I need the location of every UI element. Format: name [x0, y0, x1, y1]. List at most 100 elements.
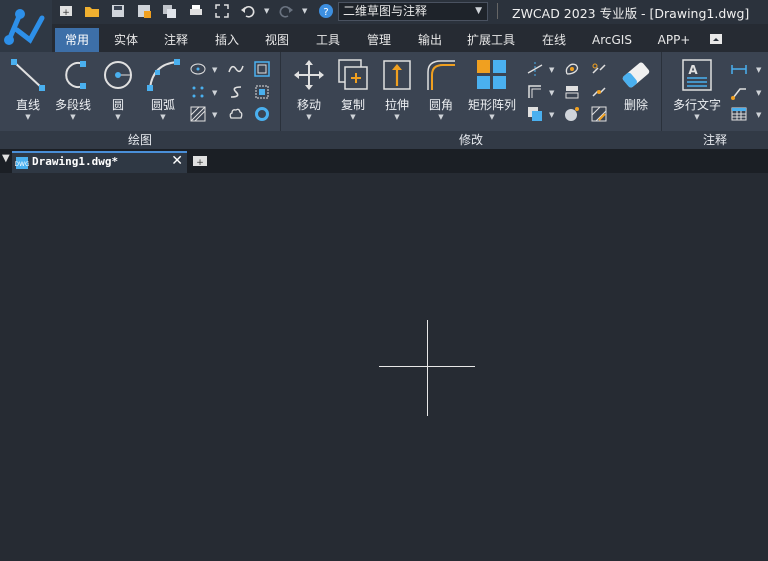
- fillet-tool-button[interactable]: 圆角 ▼: [422, 58, 460, 121]
- tab-insert[interactable]: 插入: [205, 28, 249, 52]
- join-icon[interactable]: [591, 84, 607, 100]
- chevron-down-icon[interactable]: ▼: [212, 89, 217, 97]
- tab-tools[interactable]: 工具: [306, 28, 350, 52]
- break-icon[interactable]: [591, 61, 607, 77]
- overkill-icon[interactable]: [564, 106, 580, 122]
- tab-solid[interactable]: 实体: [104, 28, 148, 52]
- chevron-down-icon: ▼: [160, 113, 166, 121]
- chevron-down-icon: ▼: [489, 113, 495, 121]
- svg-text:DWG: DWG: [15, 161, 29, 168]
- rectangular-array-label: 矩形阵列: [467, 98, 516, 112]
- chevron-down-icon[interactable]: ▼: [549, 111, 554, 119]
- move-tool-button[interactable]: 移动 ▼: [290, 58, 328, 121]
- redo-icon[interactable]: [278, 3, 294, 19]
- chevron-down-icon[interactable]: ▼: [756, 89, 761, 97]
- tab-view[interactable]: 视图: [255, 28, 299, 52]
- chevron-down-icon: ▼: [475, 6, 482, 16]
- donut-icon[interactable]: [254, 106, 270, 122]
- arc-icon: [147, 59, 180, 91]
- chevron-down-icon: ▼: [25, 113, 31, 121]
- leader-icon[interactable]: [731, 84, 747, 100]
- workspace-label: 二维草图与注释: [343, 4, 428, 18]
- align-icon[interactable]: [564, 84, 580, 100]
- chevron-down-icon[interactable]: ▼: [756, 66, 761, 74]
- tab-home[interactable]: 常用: [55, 28, 99, 52]
- ribbon-minimize-icon[interactable]: [707, 28, 725, 52]
- tab-online[interactable]: 在线: [532, 28, 576, 52]
- offset-icon[interactable]: [527, 84, 543, 100]
- chevron-down-icon: ▼: [350, 113, 356, 121]
- tab-app-plus[interactable]: APP+: [652, 28, 696, 52]
- point-icon[interactable]: [190, 84, 206, 100]
- line-icon: [11, 59, 45, 91]
- table-icon[interactable]: [731, 106, 747, 122]
- trim-icon[interactable]: [527, 61, 543, 77]
- document-tab[interactable]: DWG Drawing1.dwg* ✕: [12, 151, 187, 173]
- line-tool-button[interactable]: 直线 ▼: [8, 58, 48, 121]
- ellipse-icon[interactable]: [190, 61, 206, 77]
- svg-text:+: +: [196, 158, 204, 168]
- help-icon[interactable]: ?: [318, 3, 334, 19]
- undo-dropdown-icon[interactable]: ▼: [264, 7, 269, 15]
- close-icon[interactable]: ✕: [171, 153, 183, 169]
- spline-icon[interactable]: [228, 61, 244, 77]
- boundary-icon[interactable]: [228, 84, 244, 100]
- undo-icon[interactable]: [240, 3, 256, 19]
- circle-tool-button[interactable]: 圆 ▼: [100, 58, 136, 121]
- new-file-icon[interactable]: +: [58, 3, 74, 19]
- modify-panel-title[interactable]: 修改: [281, 131, 661, 149]
- svg-text:A: A: [688, 63, 698, 77]
- save-as-icon[interactable]: [136, 3, 152, 19]
- svg-text:+: +: [62, 8, 70, 18]
- chevron-down-icon[interactable]: ▼: [212, 66, 217, 74]
- new-tab-icon[interactable]: +: [192, 153, 208, 168]
- stretch-tool-label: 拉伸: [384, 98, 409, 112]
- explode-icon[interactable]: [564, 61, 580, 77]
- redo-dropdown-icon[interactable]: ▼: [302, 7, 307, 15]
- workspace-dropdown[interactable]: 二维草图与注释 ▼: [338, 2, 488, 21]
- chevron-down-icon[interactable]: ▼: [212, 111, 217, 119]
- revision-cloud-icon[interactable]: [228, 106, 244, 122]
- chevron-down-icon: ▼: [394, 113, 400, 121]
- tab-extensions[interactable]: 扩展工具: [462, 28, 520, 52]
- copy-tool-button[interactable]: 复制 ▼: [334, 58, 372, 121]
- hatch-icon[interactable]: [190, 106, 206, 122]
- chevron-down-icon[interactable]: ▼: [756, 111, 761, 119]
- window-title: ZWCAD 2023 专业版 - [Drawing1.dwg]: [512, 6, 750, 21]
- panel-title-bar: 绘图 修改 注释: [0, 131, 768, 149]
- copy-tool-label: 复制: [340, 98, 365, 112]
- tab-manage[interactable]: 管理: [357, 28, 401, 52]
- app-logo[interactable]: [0, 0, 52, 52]
- stretch-tool-button[interactable]: 拉伸 ▼: [378, 58, 416, 121]
- erase-tool-button[interactable]: 删除: [618, 58, 654, 113]
- svg-text:?: ?: [323, 7, 328, 18]
- tab-list-dropdown-icon[interactable]: ▼: [2, 153, 10, 164]
- save-icon[interactable]: [110, 3, 126, 19]
- chevron-down-icon[interactable]: ▼: [549, 66, 554, 74]
- polyline-tool-button[interactable]: 多段线 ▼: [52, 58, 94, 121]
- tab-annotate[interactable]: 注释: [154, 28, 198, 52]
- rectangle-icon[interactable]: [254, 61, 270, 77]
- document-tab-name: Drawing1.dwg*: [32, 155, 119, 168]
- print-icon[interactable]: [188, 3, 204, 19]
- draw-panel-title[interactable]: 绘图: [0, 131, 280, 149]
- tab-output[interactable]: 输出: [408, 28, 452, 52]
- fillet-tool-label: 圆角: [428, 98, 453, 112]
- region-icon[interactable]: [254, 84, 270, 100]
- drawing-canvas[interactable]: [0, 173, 768, 561]
- edit-hatch-icon[interactable]: [591, 106, 607, 122]
- chevron-down-icon: ▼: [70, 113, 76, 121]
- annotation-panel-title[interactable]: 注释: [662, 131, 768, 149]
- mtext-tool-button[interactable]: A 多行文字 ▼: [670, 58, 724, 121]
- chevron-down-icon[interactable]: ▼: [549, 89, 554, 97]
- arc-tool-button[interactable]: 圆弧 ▼: [143, 58, 183, 121]
- fullscreen-icon[interactable]: [214, 3, 230, 19]
- mtext-tool-label: 多行文字: [672, 98, 721, 112]
- batch-plot-icon[interactable]: [162, 3, 178, 19]
- tab-arcgis[interactable]: ArcGIS: [587, 28, 637, 52]
- rectangular-array-tool-button[interactable]: 矩形阵列 ▼: [465, 58, 519, 121]
- linear-dimension-icon[interactable]: [731, 61, 747, 77]
- chevron-down-icon: ▼: [694, 113, 700, 121]
- draw-order-icon[interactable]: [527, 106, 543, 122]
- open-folder-icon[interactable]: [84, 3, 100, 19]
